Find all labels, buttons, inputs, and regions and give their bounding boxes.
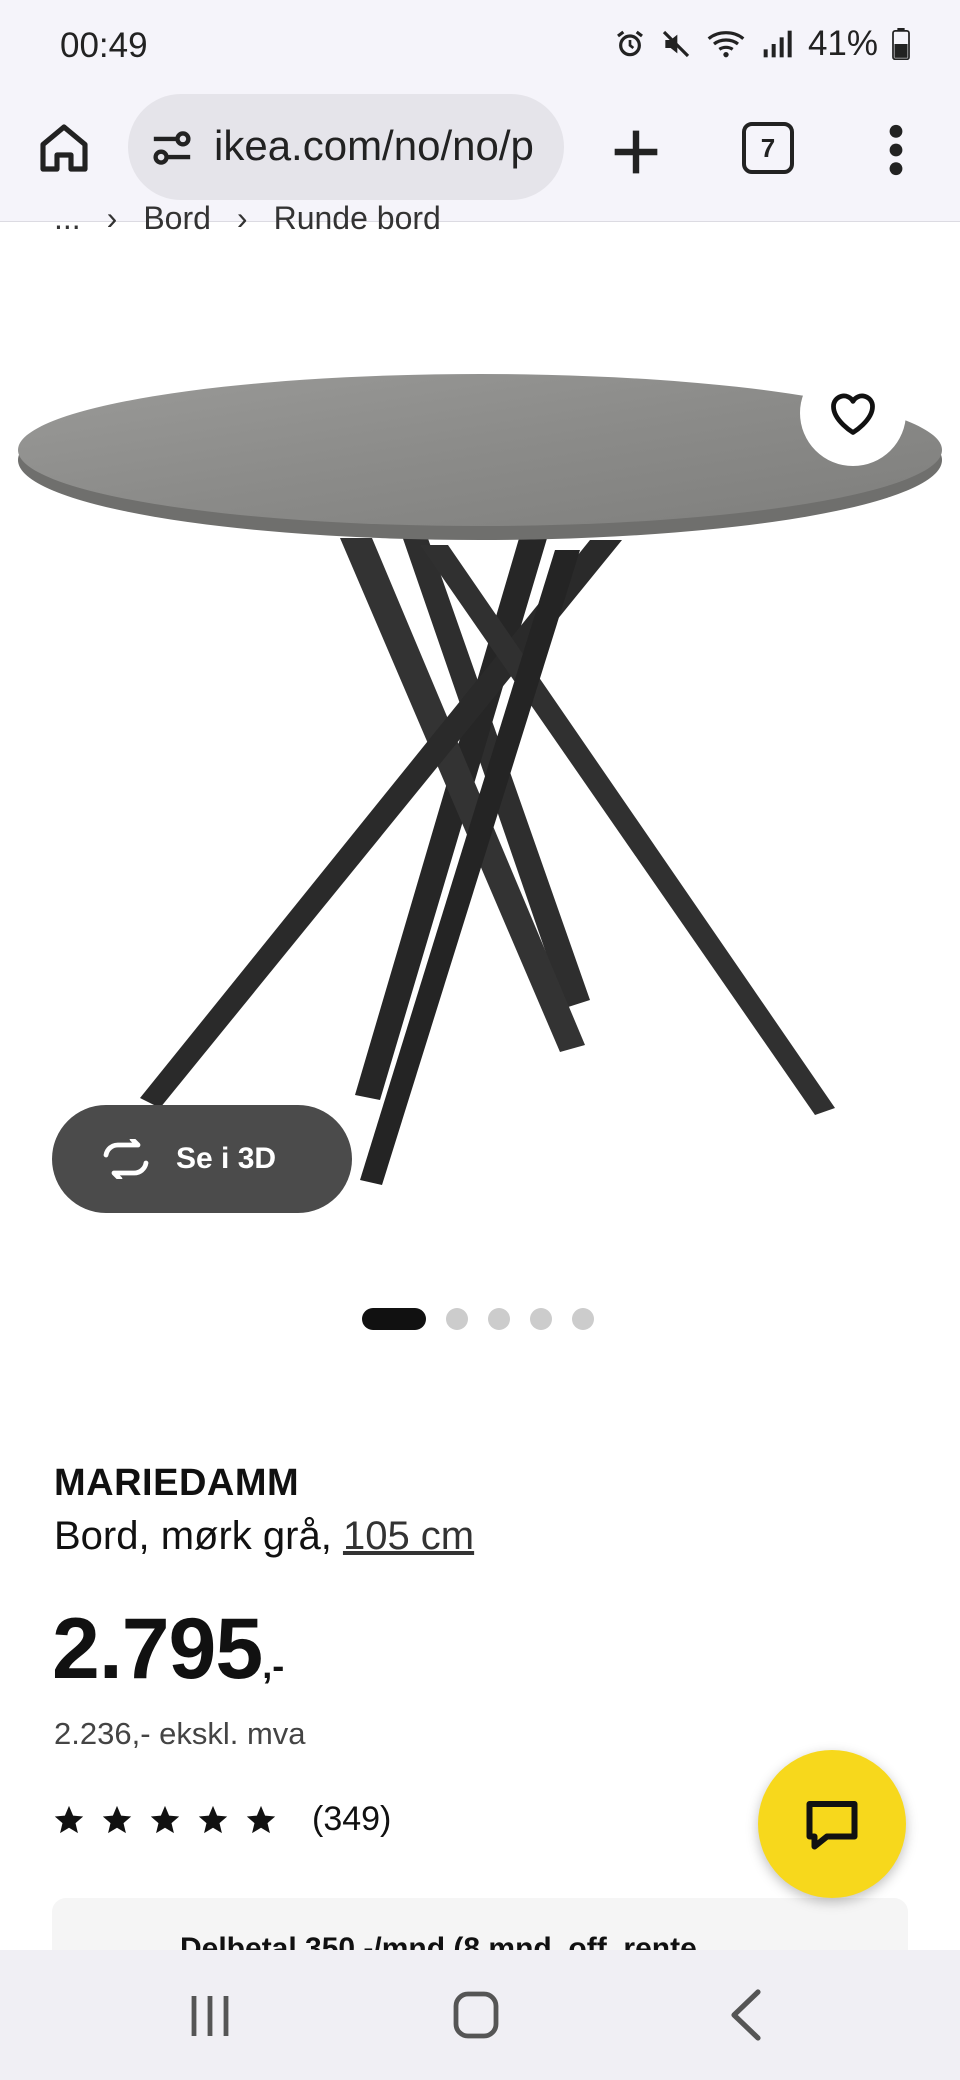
battery-icon [892,28,910,60]
price-suffix: ,- [262,1645,285,1686]
rating-count[interactable]: (349) [312,1800,391,1839]
chat-button[interactable] [758,1750,906,1898]
address-bar[interactable]: ikea.com/no/no/p [128,94,564,200]
product-description: Bord, mørk grå, 105 cm [54,1514,474,1559]
home-icon [40,124,88,172]
status-icons: 41% [614,24,910,64]
heart-icon [831,393,875,435]
more-menu-button[interactable] [878,118,914,182]
nav-home-icon[interactable] [452,1990,500,2040]
price-excl-vat: 2.236,- ekskl. mva [54,1716,306,1751]
carousel-dot[interactable] [488,1308,510,1330]
carousel-dot[interactable] [572,1308,594,1330]
signal-icon [763,30,792,58]
carousel-dot[interactable] [446,1308,468,1330]
breadcrumb-item[interactable]: ... [54,200,81,237]
price-integer: 2.795 [52,1601,263,1697]
star-icon [150,1805,180,1833]
back-icon[interactable] [728,1988,764,2042]
product-name: MARIEDAMM [54,1462,300,1504]
star-icon [54,1805,84,1833]
status-bar: 00:49 41% [0,0,960,92]
battery-percent: 41% [807,24,878,63]
see-in-3d-button[interactable]: Se i 3D [52,1105,352,1213]
site-settings-icon[interactable] [150,128,194,168]
more-menu-icon [889,124,903,176]
product-type: Bord, mørk grå, [54,1514,343,1558]
star-icon [198,1805,228,1833]
product-size-link[interactable]: 105 cm [343,1514,474,1558]
new-tab-button[interactable] [604,120,668,184]
favorite-button[interactable] [800,360,906,466]
breadcrumb-item[interactable]: Runde bord [274,200,441,237]
url-text[interactable]: ikea.com/no/no/p [214,122,534,170]
home-button[interactable] [36,120,92,184]
wifi-icon [707,31,745,58]
rotate-3d-icon [103,1139,149,1179]
carousel-dot[interactable] [530,1308,552,1330]
star-icon [246,1805,276,1833]
product-price: 2.795,- [52,1600,284,1699]
mute-icon [662,30,690,58]
system-navigation-bar [0,1950,960,2080]
status-time: 00:49 [60,26,148,65]
tabs-button[interactable]: 7 [742,122,794,174]
breadcrumb-separator-icon: › [236,200,248,236]
chat-icon [806,1801,858,1850]
rating[interactable]: (349) [52,1800,391,1839]
see-in-3d-label: Se i 3D [176,1142,277,1175]
breadcrumb: ... › Bord › Runde bord [54,200,441,237]
carousel-indicator [362,1308,594,1330]
breadcrumb-separator-icon: › [106,200,118,236]
star-icon [102,1805,132,1833]
recent-apps-icon[interactable] [188,1992,232,2040]
new-tab-icon [614,130,658,174]
carousel-dot-active[interactable] [362,1308,426,1330]
breadcrumb-item[interactable]: Bord [143,200,211,237]
alarm-icon [616,30,643,57]
tab-count: 7 [760,132,776,163]
